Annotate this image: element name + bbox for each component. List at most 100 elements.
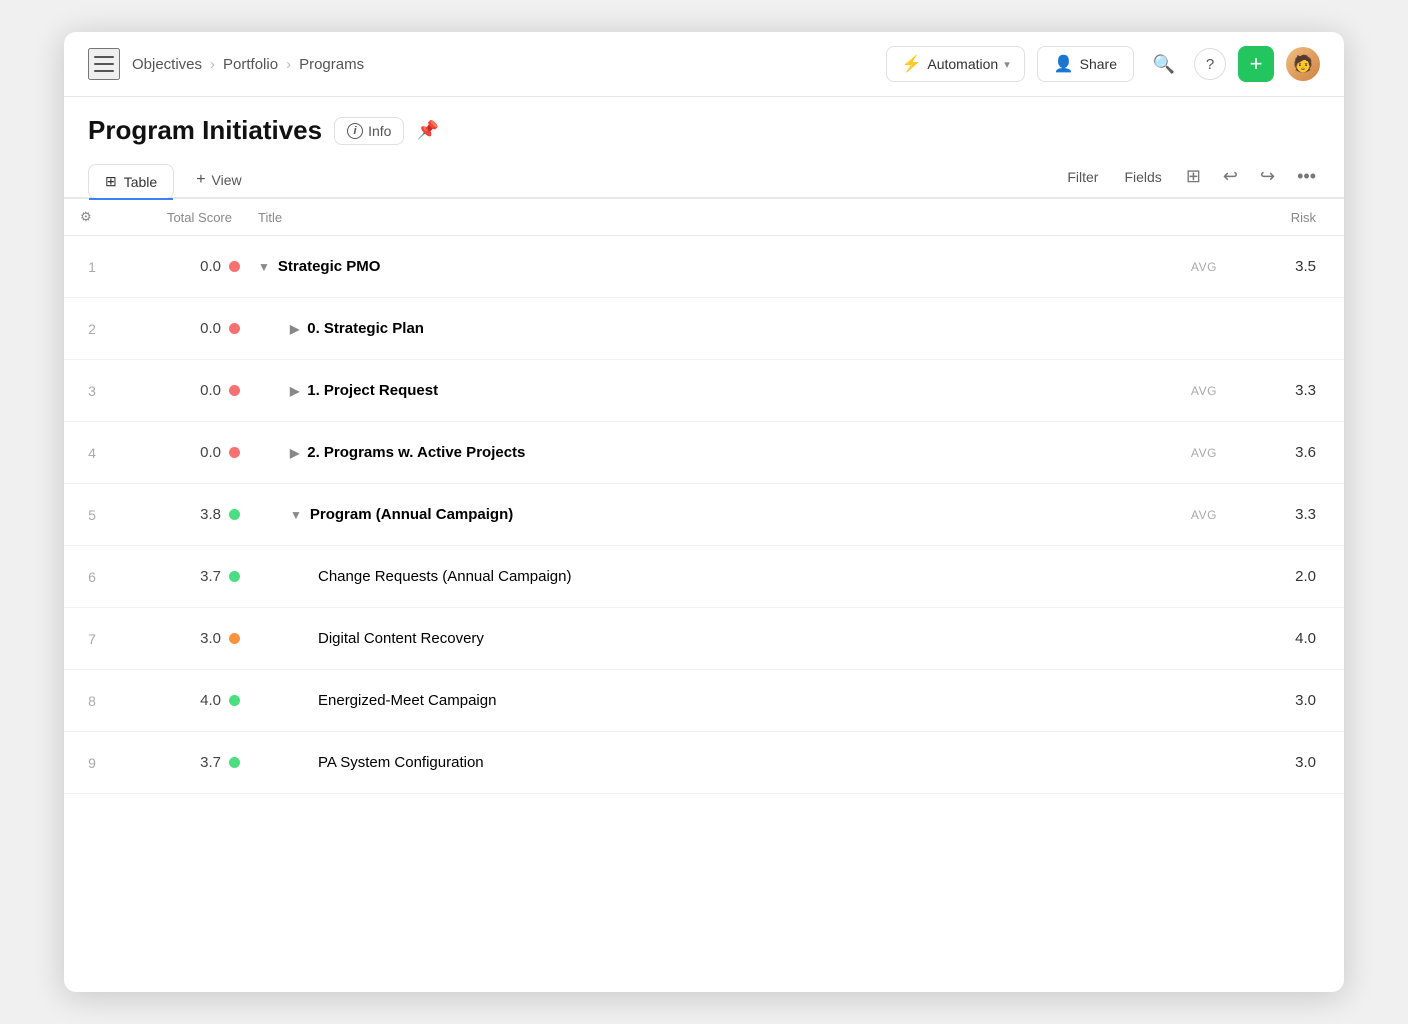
search-button[interactable]: 🔍: [1146, 46, 1182, 82]
info-button[interactable]: i Info: [334, 117, 404, 145]
red-dot: [229, 323, 240, 334]
chevron-down-icon: ▾: [1004, 58, 1010, 71]
bolt-icon: ⚡: [901, 54, 921, 74]
row-number: 5: [64, 507, 120, 523]
share-icon: 👤: [1054, 54, 1074, 74]
table-row[interactable]: 8 4.0 Energized-Meet Campaign 3.0: [64, 670, 1344, 732]
row-risk: 2.0: [1244, 568, 1344, 585]
row-risk: 3.6: [1244, 444, 1344, 461]
row-number: 7: [64, 631, 120, 647]
add-view-button[interactable]: + View: [182, 163, 255, 197]
plus-icon: +: [196, 171, 205, 189]
row-score: 4.0: [120, 692, 250, 709]
table-row[interactable]: 7 3.0 Digital Content Recovery 4.0: [64, 608, 1344, 670]
redo-button[interactable]: ↪: [1256, 164, 1279, 189]
expand-icon[interactable]: ▼: [258, 260, 270, 274]
row-risk: 3.3: [1244, 506, 1344, 523]
red-dot: [229, 261, 240, 272]
row-title[interactable]: ▶ 1. Project Request: [250, 382, 1164, 399]
gear-header[interactable]: ⚙: [64, 209, 120, 225]
undo-button[interactable]: ↩: [1219, 164, 1242, 189]
table-row[interactable]: 6 3.7 Change Requests (Annual Campaign) …: [64, 546, 1344, 608]
row-risk: 3.3: [1244, 382, 1344, 399]
row-title[interactable]: ▶ 2. Programs w. Active Projects: [250, 444, 1164, 461]
table-icon: ⊞: [105, 173, 117, 190]
row-title-text: Program (Annual Campaign): [310, 506, 513, 523]
menu-icon[interactable]: [88, 48, 120, 80]
view-bar: ⊞ Table + View Filter Fields ⊞ ↩ ↪ •••: [64, 156, 1344, 199]
row-score: 0.0: [120, 258, 250, 275]
row-score: 0.0: [120, 382, 250, 399]
breadcrumb-objectives[interactable]: Objectives: [132, 56, 202, 73]
row-score: 3.8: [120, 506, 250, 523]
toolbar-right: Filter Fields ⊞ ↩ ↪ •••: [1061, 164, 1320, 195]
top-bar: Objectives › Portfolio › Programs ⚡ Auto…: [64, 32, 1344, 97]
row-avg: AVG: [1164, 508, 1244, 522]
row-number: 9: [64, 755, 120, 771]
table-row[interactable]: 3 0.0 ▶ 1. Project Request AVG 3.3: [64, 360, 1344, 422]
red-dot: [229, 447, 240, 458]
row-title[interactable]: ▼ Strategic PMO: [250, 258, 1164, 275]
expand-icon[interactable]: ▶: [290, 384, 299, 398]
row-number: 1: [64, 259, 120, 275]
info-icon: i: [347, 123, 363, 139]
row-risk: 3.5: [1244, 258, 1344, 275]
title-header: Title: [250, 210, 1164, 225]
table-row[interactable]: 5 3.8 ▼ Program (Annual Campaign) AVG 3.…: [64, 484, 1344, 546]
orange-dot: [229, 633, 240, 644]
green-dot: [229, 571, 240, 582]
fields-button[interactable]: Fields: [1118, 165, 1167, 189]
table-row[interactable]: 4 0.0 ▶ 2. Programs w. Active Projects A…: [64, 422, 1344, 484]
row-title[interactable]: ▼ Program (Annual Campaign): [250, 506, 1164, 523]
row-title-text: 1. Project Request: [307, 382, 438, 399]
risk-header: Risk: [1244, 210, 1344, 225]
pin-button[interactable]: 📌: [416, 120, 438, 141]
filter-button[interactable]: Filter: [1061, 165, 1104, 189]
row-score: 0.0: [120, 444, 250, 461]
table-body: 1 0.0 ▼ Strategic PMO AVG 3.5 2 0.0 ▶ 0.…: [64, 236, 1344, 794]
row-avg: AVG: [1164, 260, 1244, 274]
table-header: ⚙ Total Score Title Risk: [64, 199, 1344, 236]
row-number: 6: [64, 569, 120, 585]
row-score: 3.7: [120, 568, 250, 585]
help-button[interactable]: ?: [1194, 48, 1226, 80]
group-icon-button[interactable]: ⊞: [1182, 164, 1205, 189]
row-title[interactable]: Energized-Meet Campaign: [250, 692, 1164, 709]
row-title[interactable]: Digital Content Recovery: [250, 630, 1164, 647]
table-row[interactable]: 9 3.7 PA System Configuration 3.0: [64, 732, 1344, 794]
title-row: Program Initiatives i Info 📌: [64, 97, 1344, 156]
row-risk: 4.0: [1244, 630, 1344, 647]
green-dot: [229, 757, 240, 768]
breadcrumb-portfolio[interactable]: Portfolio: [223, 56, 278, 73]
row-title[interactable]: Change Requests (Annual Campaign): [250, 568, 1164, 585]
total-score-header: Total Score: [120, 210, 250, 225]
row-number: 3: [64, 383, 120, 399]
row-risk: 3.0: [1244, 692, 1344, 709]
table-tab[interactable]: ⊞ Table: [88, 164, 174, 199]
breadcrumb-programs[interactable]: Programs: [299, 56, 364, 73]
row-title[interactable]: PA System Configuration: [250, 754, 1164, 771]
automation-button[interactable]: ⚡ Automation ▾: [886, 46, 1024, 82]
expand-icon[interactable]: ▼: [290, 508, 302, 522]
row-risk: 3.0: [1244, 754, 1344, 771]
share-button[interactable]: 👤 Share: [1037, 46, 1134, 82]
page-title: Program Initiatives: [88, 115, 322, 146]
row-number: 2: [64, 321, 120, 337]
green-dot: [229, 695, 240, 706]
expand-icon[interactable]: ▶: [290, 446, 299, 460]
row-title-text: 2. Programs w. Active Projects: [307, 444, 525, 461]
main-window: Objectives › Portfolio › Programs ⚡ Auto…: [64, 32, 1344, 992]
table-row[interactable]: 2 0.0 ▶ 0. Strategic Plan: [64, 298, 1344, 360]
green-dot: [229, 509, 240, 520]
more-options-button[interactable]: •••: [1293, 164, 1320, 189]
row-title-text: 0. Strategic Plan: [307, 320, 424, 337]
expand-icon[interactable]: ▶: [290, 322, 299, 336]
row-title-text: PA System Configuration: [318, 754, 484, 771]
row-score: 3.0: [120, 630, 250, 647]
row-title[interactable]: ▶ 0. Strategic Plan: [250, 320, 1164, 337]
add-button[interactable]: +: [1238, 46, 1274, 82]
table-row[interactable]: 1 0.0 ▼ Strategic PMO AVG 3.5: [64, 236, 1344, 298]
avatar[interactable]: 🧑: [1286, 47, 1320, 81]
red-dot: [229, 385, 240, 396]
row-score: 0.0: [120, 320, 250, 337]
